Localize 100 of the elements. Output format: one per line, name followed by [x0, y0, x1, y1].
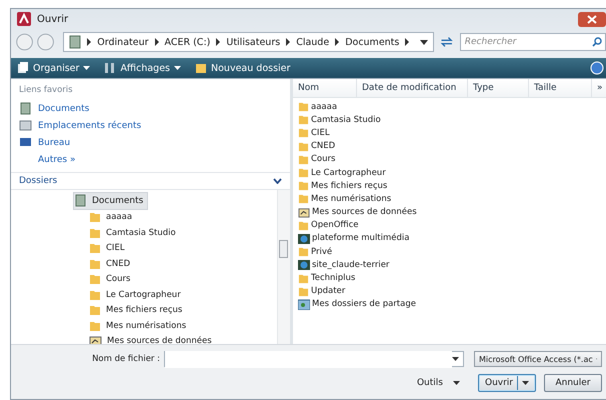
column-header[interactable]: Nom — [293, 79, 357, 97]
file-item[interactable]: Le Cartographeur — [298, 166, 386, 180]
toolbar-button[interactable]: Nouveau dossier — [195, 62, 290, 74]
file-type-dropdown[interactable]: Microsoft Office Access (*.ac — [474, 351, 602, 367]
breadcrumb-item[interactable]: Claude — [296, 36, 330, 48]
file-item[interactable]: plateforme multimédia — [298, 232, 410, 246]
tools-menu[interactable]: Outils — [416, 378, 460, 388]
breadcrumb-item[interactable]: Ordinateur — [97, 36, 149, 48]
scrollbar[interactable] — [277, 190, 290, 344]
section-title: Liens favoris — [19, 85, 74, 95]
file-item[interactable]: CIEL — [298, 126, 330, 140]
tree-item[interactable]: Cours — [89, 272, 134, 287]
tree-item[interactable]: Le Cartographeur — [89, 287, 185, 302]
folder-icon — [89, 211, 101, 224]
folder-icon — [298, 180, 309, 192]
chevron-icon[interactable] — [154, 38, 160, 46]
folder-icon — [298, 246, 309, 258]
breadcrumb-item[interactable]: Utilisateurs — [226, 36, 280, 48]
favorite-link[interactable]: Documents — [19, 100, 290, 117]
file-item[interactable]: Mes numérisations — [298, 192, 392, 206]
column-header[interactable]: Taille — [529, 79, 592, 97]
filename-field[interactable] — [164, 351, 464, 367]
app-icon — [17, 12, 31, 26]
breadcrumb-item[interactable]: ACER (C:) — [164, 36, 210, 48]
close-icon[interactable] — [578, 12, 606, 26]
filename-label: Nom de fichier : — [92, 354, 160, 364]
folder-icon — [89, 258, 101, 270]
folder-icon — [298, 220, 309, 231]
open-button[interactable]: Ouvrir — [478, 374, 536, 392]
dropdown-icon — [452, 381, 460, 385]
file-item[interactable]: OpenOffice — [298, 218, 359, 232]
breadcrumb-item[interactable]: Documents — [345, 36, 400, 48]
file-item[interactable]: Cours — [298, 152, 336, 166]
toolbar-button[interactable]: Affichages — [104, 62, 182, 74]
column-header[interactable]: Date de modification — [357, 79, 468, 97]
dropdown-icon[interactable] — [420, 40, 428, 44]
data-folder-icon — [298, 206, 310, 218]
tree-item[interactable]: aaaaa — [89, 210, 136, 225]
column-header[interactable]: Type — [468, 79, 529, 97]
file-item[interactable]: CNED — [298, 140, 336, 153]
data-folder-icon — [89, 335, 102, 344]
chevron-icon[interactable] — [334, 38, 340, 46]
file-item[interactable]: site_claude-terrier — [298, 258, 390, 272]
recent-icon — [19, 119, 32, 132]
file-item[interactable]: Updater — [298, 284, 346, 298]
file-item[interactable]: aaaaa — [298, 100, 338, 114]
address-bar[interactable]: Ordinateur ACER (C:) Utilisateurs Claude Documents — [63, 32, 434, 52]
chevron-icon[interactable] — [285, 38, 292, 46]
tree-item[interactable]: Documents — [73, 192, 148, 210]
book-icon — [19, 102, 32, 115]
dropdown-icon[interactable] — [452, 357, 459, 361]
book-icon — [74, 194, 87, 208]
file-item[interactable]: Privé — [298, 245, 332, 258]
folder-icon — [89, 273, 101, 286]
folder-icon — [298, 154, 309, 165]
window-title: Ouvrir — [37, 14, 68, 24]
file-item[interactable]: Techniplus — [298, 271, 356, 285]
tree-item[interactable]: CIEL — [89, 240, 129, 256]
folder-icon — [298, 167, 309, 178]
cancel-button[interactable]: Annuler — [544, 374, 602, 392]
file-item[interactable]: Mes dossiers de partage — [298, 298, 416, 311]
file-item[interactable]: Camtasia Studio — [298, 113, 381, 126]
dropdown-icon — [522, 381, 529, 385]
chevron-icon[interactable] — [86, 38, 92, 46]
folders-header[interactable]: Dossiers — [11, 173, 290, 190]
folder-icon — [89, 304, 101, 316]
folder-icon — [298, 193, 309, 204]
desktop-icon — [19, 136, 32, 149]
folder-icon — [298, 127, 309, 138]
tree-item[interactable]: Mes fichiers reçus — [89, 302, 186, 318]
chevron-icon[interactable] — [404, 38, 410, 46]
dropdown-icon — [174, 66, 182, 70]
search-icon[interactable] — [592, 37, 602, 47]
tree-item[interactable]: Camtasia Studio — [89, 225, 180, 240]
favorite-link[interactable]: Emplacements récents — [19, 117, 290, 134]
folder-icon — [298, 140, 309, 152]
chevron-down-icon — [273, 178, 282, 184]
pages-icon — [17, 62, 29, 74]
shared-folder-icon — [298, 298, 310, 310]
folder-icon — [89, 226, 101, 239]
chevron-icon[interactable] — [215, 38, 222, 46]
folder-icon — [89, 320, 101, 332]
folder-icon — [298, 101, 309, 112]
dropdown-icon — [83, 66, 90, 70]
toolbar-button[interactable]: Organiser — [17, 62, 90, 74]
favorite-link[interactable]: Autres » — [19, 151, 290, 168]
globe-folder-icon — [298, 232, 310, 244]
column-header[interactable]: » — [592, 79, 606, 97]
views-icon — [104, 62, 116, 74]
folder-icon — [298, 286, 309, 297]
tree-item[interactable]: Mes sources de données — [89, 334, 216, 344]
folder-icon — [89, 242, 101, 254]
tree-item[interactable]: Mes numérisations — [89, 318, 190, 334]
file-item[interactable]: Mes sources de données — [298, 206, 417, 219]
help-icon[interactable] — [590, 61, 604, 75]
search-field[interactable]: Rechercher — [460, 33, 606, 51]
folder-icon — [298, 272, 309, 284]
file-item[interactable]: Mes fichiers reçus — [298, 179, 388, 192]
tree-item[interactable]: CNED — [89, 256, 134, 272]
favorite-link[interactable]: Bureau — [19, 134, 290, 151]
